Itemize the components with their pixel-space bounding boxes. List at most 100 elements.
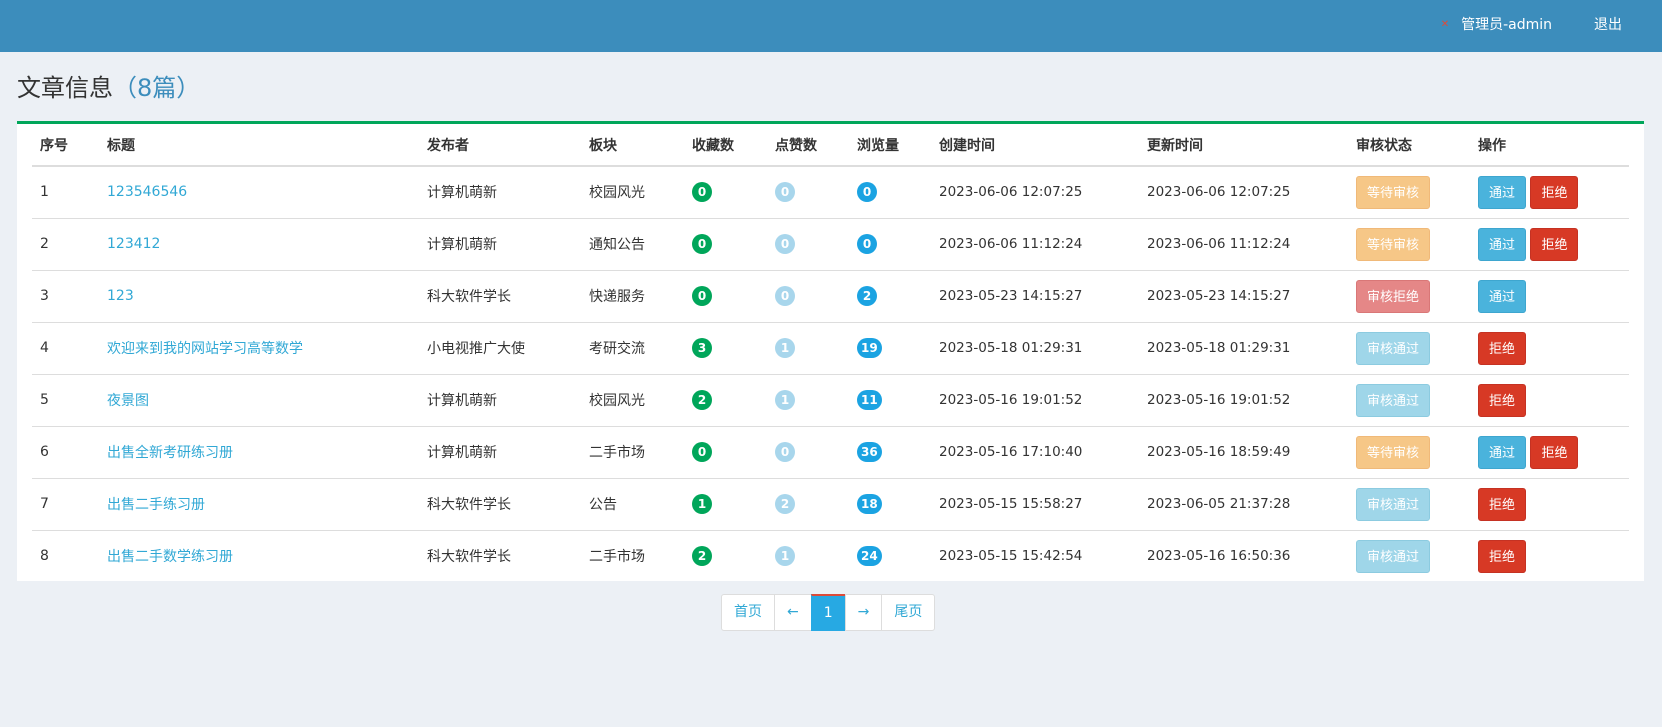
article-title-link[interactable]: 出售全新考研练习册 [107, 445, 233, 461]
top-navbar: ✕ 管理员-admin 退出 [0, 0, 1662, 52]
author-cell: 科大软件学长 [419, 478, 581, 531]
favorites-cell: 1 [684, 478, 767, 531]
next-page-button[interactable]: → [844, 594, 883, 631]
views-badge: 36 [857, 442, 882, 462]
title-cell: 123 [99, 270, 419, 323]
likes-badge: 1 [775, 338, 795, 358]
status-cell: 审核通过 [1348, 322, 1470, 375]
status-badge: 审核通过 [1356, 383, 1431, 417]
views-badge: 11 [857, 390, 882, 410]
article-title-link[interactable]: 123412 [107, 236, 160, 252]
article-title-link[interactable]: 出售二手练习册 [107, 497, 205, 513]
row-number: 5 [32, 374, 99, 427]
views-badge: 0 [857, 234, 877, 254]
created-time-cell: 2023-05-18 01:29:31 [931, 322, 1139, 375]
article-table-box: 序号 标题 发布者 板块 收藏数 点赞数 浏览量 创建时间 更新时间 审核状态 … [17, 121, 1644, 581]
column-header: 板块 [581, 124, 684, 167]
reject-button[interactable]: 拒绝 [1478, 539, 1527, 573]
favorites-cell: 0 [684, 426, 767, 479]
approve-button[interactable]: 通过 [1478, 435, 1527, 469]
reject-button[interactable]: 拒绝 [1478, 331, 1527, 365]
user-menu[interactable]: ✕ 管理员-admin [1441, 0, 1552, 48]
status-badge: 等待审核 [1356, 435, 1431, 469]
updated-time-cell: 2023-05-18 01:29:31 [1139, 322, 1348, 375]
article-title-link[interactable]: 夜景图 [107, 393, 149, 409]
likes-cell: 0 [767, 426, 849, 479]
column-header: 收藏数 [684, 124, 767, 167]
favorites-badge: 2 [692, 390, 712, 410]
views-badge: 24 [857, 546, 882, 567]
likes-badge: 0 [775, 182, 795, 203]
approve-button[interactable]: 通过 [1478, 175, 1527, 209]
table-row: 2 123412 计算机萌新 通知公告 0 0 0 2023-06-06 11:12:24 20… [32, 218, 1629, 271]
first-page-button[interactable]: 首页 [721, 594, 775, 631]
views-cell: 2 [849, 270, 931, 323]
current-page-button[interactable]: 1 [810, 594, 846, 631]
reject-button[interactable]: 拒绝 [1478, 383, 1527, 417]
prev-page-button[interactable]: ← [774, 594, 812, 631]
status-badge: 审核拒绝 [1356, 279, 1431, 313]
reject-button[interactable]: 拒绝 [1478, 487, 1527, 521]
table-row: 4 欢迎来到我的网站学习高等数学 小电视推广大使 考研交流 3 1 19 2023-05-18… [32, 322, 1629, 375]
last-page-button[interactable]: 尾页 [881, 594, 936, 631]
pagination: 首页 ← 1 → 尾页 [721, 594, 936, 631]
article-title-link[interactable]: 欢迎来到我的网站学习高等数学 [107, 341, 303, 357]
row-number: 7 [32, 478, 99, 531]
updated-time-cell: 2023-05-16 19:01:52 [1139, 374, 1348, 427]
views-cell: 18 [849, 478, 931, 531]
section-cell: 考研交流 [581, 322, 684, 375]
section-cell: 二手市场 [589, 549, 645, 566]
title-cell: 出售二手数学练习册 [99, 530, 419, 582]
section-cell: 校园风光 [581, 166, 684, 219]
likes-cell: 2 [767, 478, 849, 531]
column-header: 浏览量 [849, 124, 931, 167]
reject-button[interactable]: 拒绝 [1530, 435, 1579, 469]
views-cell: 36 [849, 426, 931, 479]
approve-button[interactable]: 通过 [1478, 279, 1527, 313]
section-cell: 校园风光 [581, 374, 684, 427]
user-indicator-icon: ✕ [1440, 18, 1450, 30]
actions-cell: 通过 拒绝 [1470, 218, 1629, 271]
table-row: 1 123546546 计算机萌新 校园风光 0 0 0 2023-06-06 12:07:2… [32, 166, 1629, 219]
actions-cell: 通过 拒绝 [1470, 166, 1629, 219]
author-cell: 计算机萌新 [419, 374, 581, 427]
row-number: 3 [32, 270, 99, 323]
page-title-text: 文章信息 [17, 74, 113, 102]
status-cell: 审核通过 [1348, 374, 1470, 427]
column-header: 点赞数 [767, 124, 849, 167]
updated-time-cell: 2023-05-16 16:50:36 [1147, 548, 1291, 565]
likes-badge: 0 [775, 442, 795, 462]
views-cell: 0 [849, 166, 931, 219]
status-cell: 等待审核 [1348, 426, 1470, 479]
favorites-badge: 3 [692, 338, 712, 358]
favorites-badge: 0 [692, 182, 712, 203]
created-time-cell: 2023-06-06 12:07:25 [931, 166, 1139, 219]
section-cell: 快递服务 [581, 270, 684, 323]
article-title-link[interactable]: 123546546 [107, 184, 187, 200]
favorites-cell: 2 [684, 530, 767, 582]
created-time-cell: 2023-05-15 15:58:27 [931, 478, 1139, 531]
views-cell: 11 [849, 374, 931, 427]
table-row: 8 出售二手数学练习册 科大软件学长 二手市场 2 1 24 2023-05-15 15:42… [32, 530, 1629, 582]
reject-button[interactable]: 拒绝 [1530, 175, 1579, 209]
row-number: 4 [32, 322, 99, 375]
updated-time-cell: 2023-05-23 14:15:27 [1139, 270, 1348, 323]
likes-cell: 1 [767, 530, 849, 582]
article-title-link[interactable]: 123 [107, 288, 134, 304]
likes-cell: 1 [767, 322, 849, 375]
logout-link[interactable]: 退出 [1594, 0, 1622, 48]
article-title-link[interactable]: 出售二手数学练习册 [107, 549, 233, 565]
reject-button[interactable]: 拒绝 [1530, 227, 1579, 261]
actions-cell: 通过 拒绝 [1470, 426, 1629, 479]
likes-badge: 1 [775, 390, 795, 410]
approve-button[interactable]: 通过 [1478, 227, 1527, 261]
created-time-cell: 2023-05-23 14:15:27 [931, 270, 1139, 323]
status-cell: 等待审核 [1348, 218, 1470, 271]
section-cell: 公告 [581, 478, 684, 531]
created-time-cell: 2023-05-15 15:42:54 [939, 548, 1083, 565]
views-cell: 24 [849, 530, 931, 582]
column-header: 序号 [32, 124, 99, 167]
updated-time-cell: 2023-06-06 12:07:25 [1139, 166, 1348, 219]
title-cell: 123546546 [99, 166, 419, 219]
updated-time-cell: 2023-06-05 21:37:28 [1139, 478, 1348, 531]
